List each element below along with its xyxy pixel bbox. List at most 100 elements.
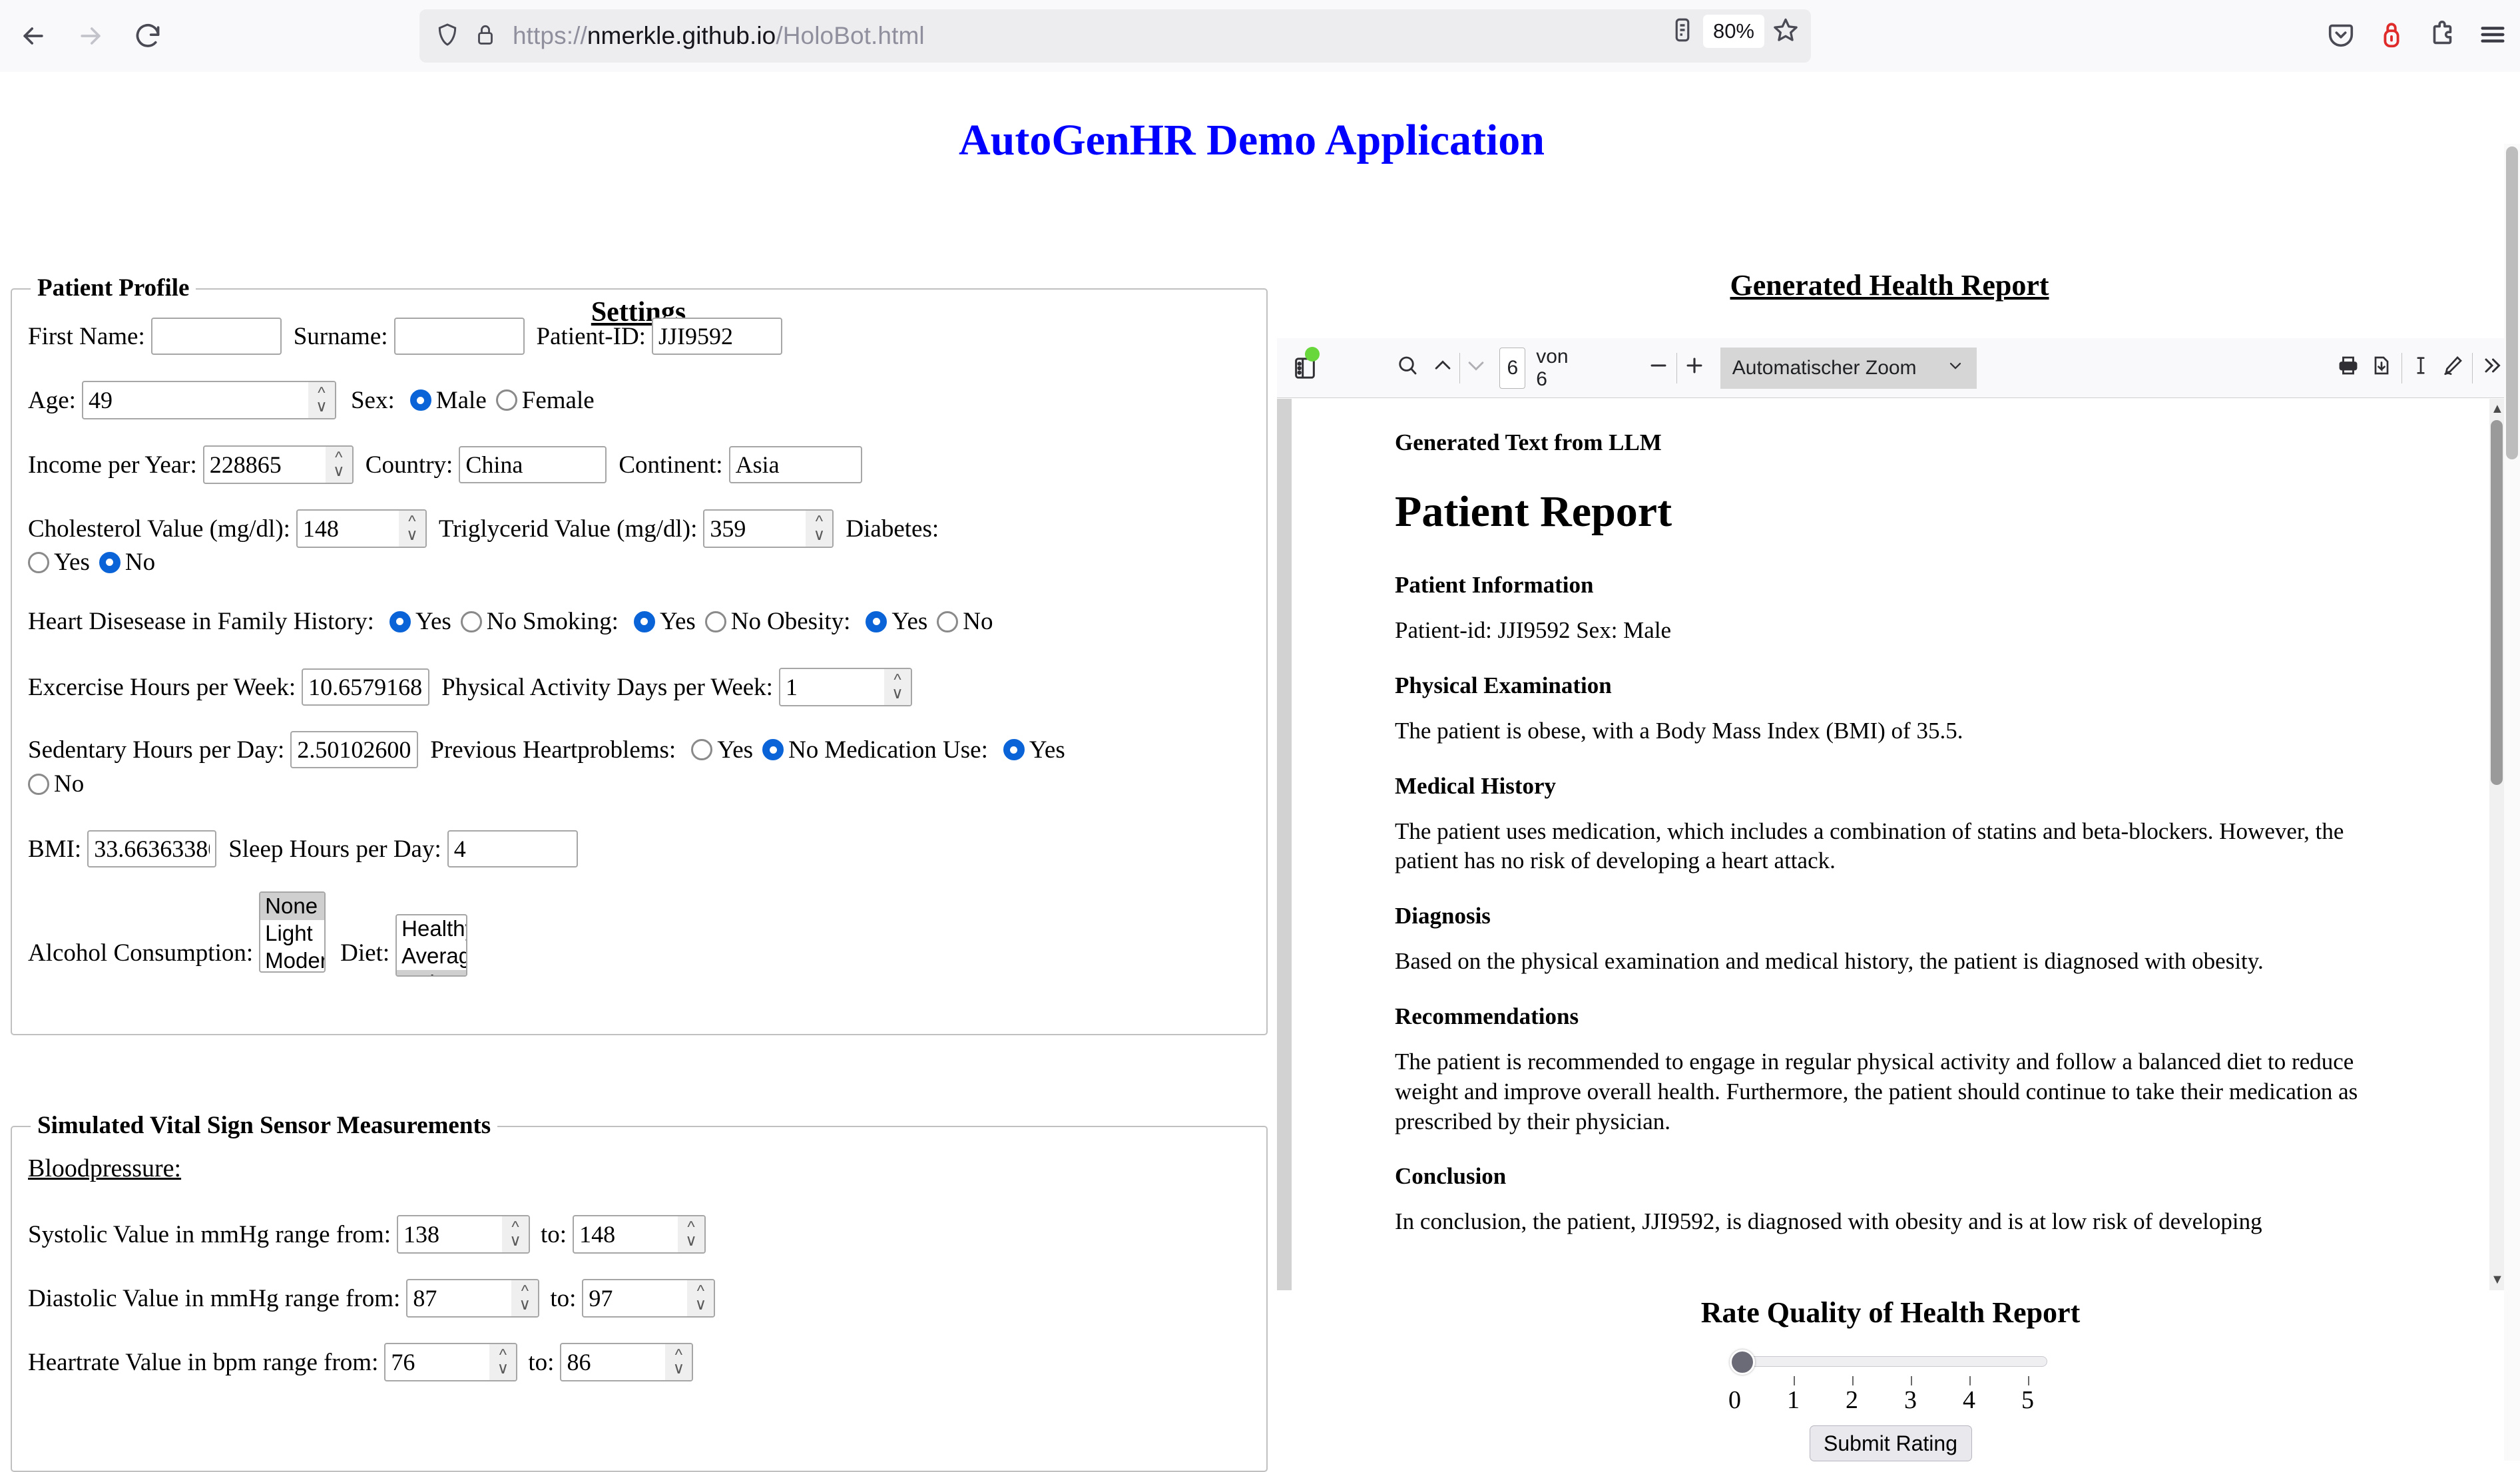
medication-label: Medication Use: — [824, 736, 988, 764]
country-input[interactable] — [459, 446, 607, 483]
back-button[interactable] — [9, 12, 57, 60]
medication-yes-radio[interactable] — [1003, 739, 1025, 760]
reload-button[interactable] — [124, 12, 172, 60]
diet-option-healthy[interactable]: Healthy — [397, 915, 467, 943]
diabetes-no-radio[interactable] — [99, 552, 121, 573]
prev-heart-yes-radio[interactable] — [691, 739, 712, 760]
triglycerid-stepper[interactable]: 359 ^∨ — [703, 509, 834, 548]
star-icon[interactable] — [1771, 15, 1800, 48]
alcohol-option-moderate[interactable]: Moderate — [260, 947, 326, 973]
diastolic-from-stepper[interactable]: 87 ^∨ — [406, 1279, 539, 1318]
alcohol-option-light[interactable]: Light — [260, 920, 326, 947]
scroll-up-arrow-icon[interactable]: ▲ — [2491, 401, 2504, 417]
income-stepper-arrows[interactable]: ^∨ — [326, 447, 352, 483]
pdf-print-button[interactable] — [2336, 350, 2360, 387]
pdf-scrollbar-thumb[interactable] — [2491, 420, 2503, 785]
account-lock-icon[interactable] — [2376, 19, 2407, 53]
pdf-prev-page-button[interactable] — [1431, 350, 1454, 387]
heartrate-to-stepper[interactable]: 86 ^∨ — [560, 1343, 693, 1381]
medication-no-radio[interactable] — [28, 774, 49, 795]
diet-option-unhealthy[interactable]: Unhealthy — [397, 970, 467, 977]
cholesterol-stepper[interactable]: 148 ^∨ — [296, 509, 427, 548]
diastolic-to-stepper[interactable]: 97 ^∨ — [582, 1279, 715, 1318]
scroll-down-arrow-icon[interactable]: ▼ — [2491, 1272, 2504, 1288]
rating-slider[interactable] — [1734, 1349, 2047, 1373]
activity-days-stepper-arrows[interactable]: ^∨ — [884, 669, 911, 705]
surname-input[interactable] — [394, 318, 525, 355]
print-icon — [2336, 354, 2360, 383]
heart-family-no-radio[interactable] — [461, 611, 482, 632]
diabetes-yes-radio[interactable] — [28, 552, 49, 573]
systolic-from-stepper[interactable]: 138 ^∨ — [397, 1215, 530, 1254]
diabetes-yes-label: Yes — [54, 548, 90, 577]
reader-view-icon[interactable] — [1668, 16, 1696, 47]
heartrate-to-arrows[interactable]: ^∨ — [665, 1344, 692, 1380]
rating-slider-thumb[interactable] — [1730, 1349, 1755, 1375]
pdf-search-button[interactable] — [1395, 350, 1419, 387]
heartrate-row: Heartrate Value in bpm range from: 76 ^∨… — [28, 1343, 693, 1381]
diet-listbox[interactable]: Healthy Average Unhealthy ^∨ — [395, 914, 467, 977]
triglycerid-stepper-arrows[interactable]: ^∨ — [806, 511, 832, 547]
systolic-from-arrows[interactable]: ^∨ — [502, 1216, 529, 1252]
extensions-puzzle-icon[interactable] — [2427, 19, 2457, 53]
diastolic-row: Diastolic Value in mmHg range from: 87 ^… — [28, 1279, 715, 1318]
pocket-save-icon[interactable] — [2326, 19, 2356, 53]
heartrate-from-arrows[interactable]: ^∨ — [489, 1344, 516, 1380]
pdf-page-number-input[interactable]: 6 — [1499, 348, 1525, 389]
alcohol-consumption-listbox[interactable]: None Light Moderate Heavy ^∨ — [259, 891, 326, 973]
sedentary-hours-input[interactable] — [290, 731, 418, 768]
report-section-body-recommendations: The patient is recommended to engage in … — [1395, 1047, 2394, 1136]
rating-tick-label-5: 5 — [2021, 1385, 2034, 1415]
address-bar[interactable]: https://nmerkle.github.io/HoloBot.html 8… — [419, 9, 1811, 63]
first-name-input[interactable] — [151, 318, 282, 355]
systolic-to-stepper[interactable]: 148 ^∨ — [573, 1215, 706, 1254]
age-stepper[interactable]: 49 ^∨ — [82, 381, 336, 419]
sex-female-radio[interactable] — [496, 389, 517, 411]
alcohol-option-none[interactable]: None — [260, 893, 326, 920]
pdf-vertical-scrollbar[interactable]: ▲ ▼ — [2489, 399, 2504, 1290]
exercise-hours-input[interactable] — [302, 668, 429, 706]
pdf-sidebar-toggle[interactable] — [1292, 350, 1318, 387]
rating-slider-track[interactable] — [1734, 1356, 2047, 1367]
systolic-to-arrows[interactable]: ^∨ — [678, 1216, 704, 1252]
sex-male-radio[interactable] — [410, 389, 431, 411]
pdf-draw-button[interactable] — [2441, 350, 2464, 387]
pdf-zoom-in-button[interactable] — [1683, 350, 1706, 387]
diastolic-from-arrows[interactable]: ^∨ — [511, 1280, 538, 1316]
pdf-text-select-button[interactable] — [2409, 350, 2432, 387]
page-scrollbar-thumb[interactable] — [2506, 146, 2518, 459]
continent-input[interactable] — [729, 446, 862, 483]
page-title: AutoGenHR Demo Application — [0, 115, 2503, 166]
pdf-zoom-out-button[interactable] — [1647, 350, 1670, 387]
hamburger-menu-icon[interactable] — [2477, 19, 2508, 53]
pdf-more-tools-button[interactable] — [2480, 350, 2504, 387]
pdf-next-page-button[interactable] — [1465, 350, 1487, 387]
obesity-no-radio[interactable] — [937, 611, 958, 632]
sleep-hours-input[interactable] — [447, 830, 578, 867]
shield-icon[interactable] — [434, 21, 461, 51]
smoking-yes-radio[interactable] — [634, 611, 655, 632]
smoking-no-radio[interactable] — [705, 611, 726, 632]
pdf-zoom-select[interactable]: Automatischer Zoom — [1720, 348, 1977, 389]
zoom-level-badge[interactable]: 80% — [1703, 15, 1764, 48]
age-stepper-arrows[interactable]: ^∨ — [308, 382, 335, 418]
activity-days-stepper[interactable]: 1 ^∨ — [779, 668, 912, 706]
bmi-input[interactable] — [87, 830, 216, 867]
sedentary-label: Sedentary Hours per Day: — [28, 736, 284, 764]
forward-button[interactable] — [67, 12, 115, 60]
income-stepper[interactable]: 228865 ^∨ — [203, 445, 354, 484]
page-vertical-scrollbar[interactable] — [2504, 144, 2520, 1461]
heartrate-from-stepper[interactable]: 76 ^∨ — [384, 1343, 517, 1381]
obesity-yes-radio[interactable] — [866, 611, 887, 632]
heart-family-yes-radio[interactable] — [389, 611, 411, 632]
patient-profile-legend: Patient Profile — [31, 274, 196, 302]
padlock-icon[interactable] — [473, 22, 498, 51]
diet-option-average[interactable]: Average — [397, 943, 467, 970]
submit-rating-button[interactable]: Submit Rating — [1810, 1425, 1972, 1461]
smoking-yes-label: Yes — [660, 607, 696, 636]
patient-id-input[interactable] — [652, 318, 782, 355]
cholesterol-stepper-arrows[interactable]: ^∨ — [399, 511, 425, 547]
pdf-download-button[interactable] — [2370, 350, 2394, 387]
diastolic-to-arrows[interactable]: ^∨ — [687, 1280, 714, 1316]
prev-heart-no-radio[interactable] — [762, 739, 784, 760]
